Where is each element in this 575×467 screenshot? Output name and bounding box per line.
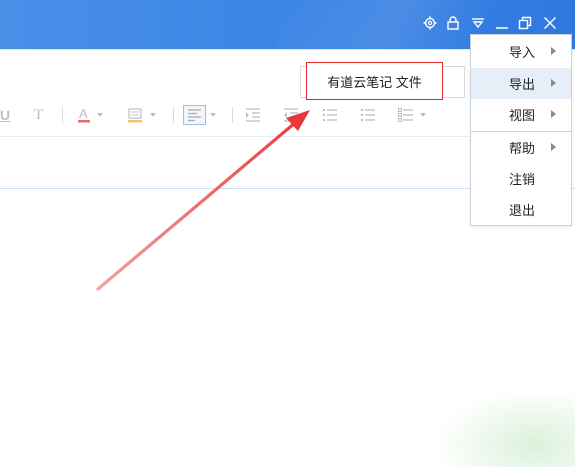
font-color-icon[interactable]: A [78,106,106,124]
menu-item-label: 帮助 [509,141,536,156]
restore-icon[interactable] [516,14,534,32]
ordered-list-icon[interactable] [322,106,338,124]
corner-watermark [440,392,575,467]
export-target-callout: 有道云笔记 文件 [306,62,443,100]
submenu-arrow-icon [551,110,556,118]
toolbar-divider [0,136,470,137]
menu-item-import[interactable]: 导入 [471,36,571,67]
underline-icon[interactable]: U [0,106,10,124]
text-format-icon[interactable]: T [34,106,43,124]
checklist-icon[interactable] [398,106,432,124]
menu-item-view[interactable]: 视图 [471,99,571,130]
menu-item-help[interactable]: 帮助 [471,132,571,163]
indent-icon[interactable] [245,106,261,124]
menu-item-label: 退出 [509,203,536,218]
menu-item-label: 视图 [509,108,536,123]
menu-item-label: 导入 [509,45,536,60]
close-icon[interactable] [541,14,559,32]
main-dropdown-menu: 导入 导出 视图 帮助 注销 退出 [470,34,572,226]
align-icon[interactable] [183,105,221,125]
lock-icon[interactable] [444,14,462,32]
menu-item-label: 导出 [509,77,536,92]
outdent-icon[interactable] [283,106,299,124]
menu-dropdown-icon[interactable] [469,14,487,32]
settings-icon[interactable] [421,14,439,32]
menu-item-exit[interactable]: 退出 [471,194,571,225]
submenu-arrow-icon [551,143,556,151]
font-color-glyph: A [79,106,88,121]
minimize-icon[interactable] [493,14,511,32]
bullet-list-icon[interactable] [360,106,376,124]
text-format-glyph: T [34,106,44,123]
submenu-arrow-icon [551,79,556,87]
callout-text: 有道云笔记 文件 [327,74,422,90]
menu-item-logout[interactable]: 注销 [471,163,571,194]
menu-item-label: 注销 [509,172,536,187]
toolbar-separator [62,107,63,123]
underline-glyph: U [0,107,11,123]
submenu-arrow-icon [551,47,556,55]
highlight-icon[interactable] [128,106,160,124]
toolbar-separator [232,107,233,123]
menu-item-export[interactable]: 导出 [471,68,571,99]
format-toolbar: U T A [0,100,470,130]
toolbar-separator [173,107,174,123]
